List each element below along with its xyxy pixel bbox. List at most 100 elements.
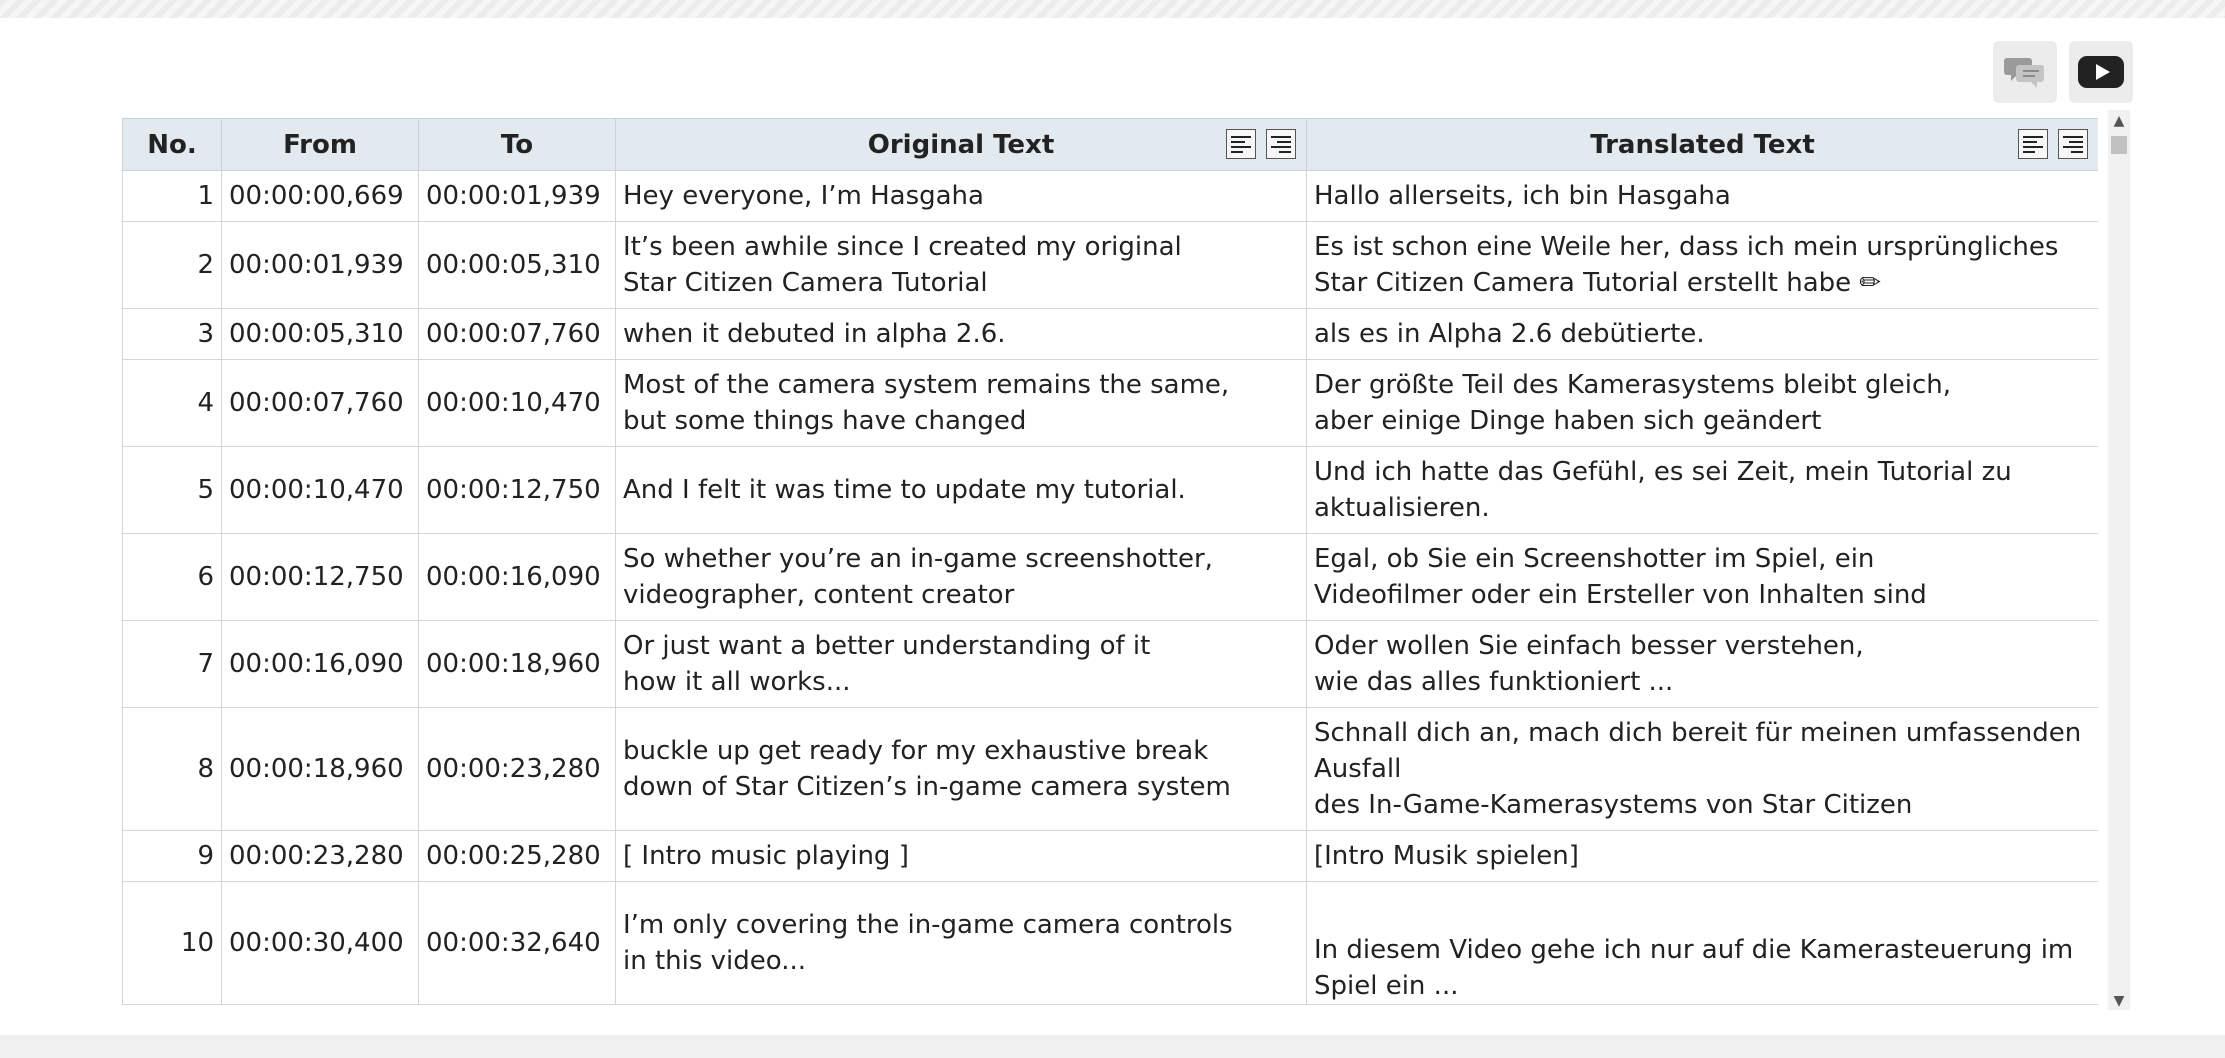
original-text-line: It’s been awhile since I created my orig… (623, 232, 1182, 262)
table-row[interactable]: 6 00:00:12,750 00:00:16,090 So whether you’… (122, 533, 2098, 621)
row-to-time: 00:00:18,960 (418, 620, 616, 708)
translated-text-line: als es in Alpha 2.6 debütierte. (1314, 319, 1705, 349)
row-to-time: 00:00:01,939 (418, 170, 616, 222)
top-decor-strip (0, 0, 2225, 18)
align-left-icon[interactable] (2018, 129, 2048, 159)
original-text-line: Hey everyone, I’m Hasgaha (623, 181, 984, 211)
row-from-time: 00:00:01,939 (221, 221, 419, 309)
header-translated-label: Translated Text (1590, 129, 1815, 160)
speech-bubbles-icon (2003, 54, 2047, 90)
translated-text-line: aktualisieren. (1314, 493, 1490, 523)
translated-text-line: Es ist schon eine Weile her, dass ich me… (1314, 232, 2059, 262)
original-text-line: in this video... (623, 946, 807, 976)
row-translated-text[interactable]: Der größte Teil des Kamerasystems bleibt… (1306, 359, 2098, 447)
translated-text-line: Schnall dich an, mach dich bereit für me… (1314, 718, 2082, 748)
table-row[interactable]: 5 00:00:10,470 00:00:12,750 And I felt it w… (122, 446, 2098, 534)
translated-text-line: In diesem Video gehe ich nur auf die Kam… (1314, 935, 2074, 965)
table-scrollbar[interactable]: ▲ ▼ (2108, 110, 2130, 1010)
youtube-button[interactable] (2069, 41, 2133, 103)
row-original-text[interactable]: when it debuted in alpha 2.6. (615, 308, 1307, 360)
translated-text-line: des In-Game-Kamerasystems von Star Citiz… (1314, 790, 1913, 820)
original-text-line: Or just want a better understanding of i… (623, 631, 1151, 661)
row-translated-text[interactable]: [Intro Musik spielen] (1306, 830, 2098, 882)
translated-text-line: Der größte Teil des Kamerasystems bleibt… (1314, 370, 1951, 400)
scroll-down-arrow-icon[interactable]: ▼ (2108, 992, 2130, 1010)
row-to-time: 00:00:10,470 (418, 359, 616, 447)
align-right-icon[interactable] (2058, 129, 2088, 159)
row-from-time: 00:00:30,400 (221, 881, 419, 1005)
row-translated-text[interactable]: In diesem Video gehe ich nur auf die Kam… (1306, 881, 2098, 1005)
row-original-text[interactable]: [ Intro music playing ] (615, 830, 1307, 882)
table-row[interactable]: 9 00:00:23,280 00:00:25,280[ Intro music p… (122, 830, 2098, 882)
translated-text-line: Star Citizen Camera Tutorial erstellt ha… (1314, 268, 1882, 298)
translated-text-line: wie das alles funktioniert ... (1314, 667, 1674, 697)
row-original-text[interactable]: buckle up get ready for my exhaustive br… (615, 707, 1307, 831)
row-original-text[interactable]: So whether you’re an in-game screenshott… (615, 533, 1307, 621)
row-to-time: 00:00:25,280 (418, 830, 616, 882)
header-original-text: Original Text (615, 118, 1307, 171)
original-text-line: So whether you’re an in-game screenshott… (623, 544, 1213, 574)
translated-text-line: Spiel ein ... (1314, 971, 1459, 1001)
row-original-text[interactable]: Most of the camera system remains the sa… (615, 359, 1307, 447)
align-left-icon[interactable] (1226, 129, 1256, 159)
table-row[interactable]: 4 00:00:07,760 00:00:10,470 Most of the cam… (122, 359, 2098, 447)
translated-text-line: [Intro Musik spielen] (1314, 841, 1579, 871)
translated-text-line: Oder wollen Sie einfach besser verstehen… (1314, 631, 1864, 661)
row-to-time: 00:00:16,090 (418, 533, 616, 621)
header-translated-text: Translated Text (1306, 118, 2098, 171)
original-text-line: but some things have changed (623, 406, 1027, 436)
table-row[interactable]: 8 00:00:18,960 00:00:23,280 buckle up get r… (122, 707, 2098, 831)
row-to-time: 00:00:12,750 (418, 446, 616, 534)
translated-text-line: Videofilmer oder ein Ersteller von Inhal… (1314, 580, 1927, 610)
table-row[interactable]: 3 00:00:05,310 00:00:07,760 when it debuted… (122, 308, 2098, 360)
row-from-time: 00:00:18,960 (221, 707, 419, 831)
row-translated-text[interactable]: Es ist schon eine Weile her, dass ich me… (1306, 221, 2098, 309)
table-row[interactable]: 10 00:00:30,400 00:00:32,640 I’m only cover… (122, 881, 2098, 1005)
row-original-text[interactable]: I’m only covering the in-game camera con… (615, 881, 1307, 1005)
header-to: To (418, 118, 616, 171)
row-number: 1 (122, 170, 222, 222)
row-original-text[interactable]: Or just want a better understanding of i… (615, 620, 1307, 708)
original-text-line: buckle up get ready for my exhaustive br… (623, 736, 1209, 766)
row-translated-text[interactable]: als es in Alpha 2.6 debütierte. (1306, 308, 2098, 360)
translated-text-line: Hallo allerseits, ich bin Hasgaha (1314, 181, 1731, 211)
original-text-line: I’m only covering the in-game camera con… (623, 910, 1233, 940)
row-translated-text[interactable]: Hallo allerseits, ich bin Hasgaha (1306, 170, 2098, 222)
row-number: 4 (122, 359, 222, 447)
row-original-text[interactable]: And I felt it was time to update my tuto… (615, 446, 1307, 534)
row-translated-text[interactable]: Und ich hatte das Gefühl, es sei Zeit, m… (1306, 446, 2098, 534)
row-number: 5 (122, 446, 222, 534)
row-translated-text[interactable]: Schnall dich an, mach dich bereit für me… (1306, 707, 2098, 831)
row-from-time: 00:00:10,470 (221, 446, 419, 534)
header-no: No. (122, 118, 222, 171)
original-text-line: Star Citizen Camera Tutorial (623, 268, 988, 298)
row-translated-text[interactable]: Oder wollen Sie einfach besser verstehen… (1306, 620, 2098, 708)
row-number: 6 (122, 533, 222, 621)
translated-text-line: Ausfall (1314, 754, 1402, 784)
row-original-text[interactable]: Hey everyone, I’m Hasgaha (615, 170, 1307, 222)
table-row[interactable]: 7 00:00:16,090 00:00:18,960 Or just want a … (122, 620, 2098, 708)
original-text-line: how it all works... (623, 667, 851, 697)
original-text-line: down of Star Citizen’s in-game camera sy… (623, 772, 1231, 802)
header-from: From (221, 118, 419, 171)
row-original-text[interactable]: It’s been awhile since I created my orig… (615, 221, 1307, 309)
subtitles-button[interactable] (1993, 41, 2057, 103)
row-number: 2 (122, 221, 222, 309)
row-to-time: 00:00:32,640 (418, 881, 616, 1005)
row-number: 8 (122, 707, 222, 831)
table-row[interactable]: 2 00:00:01,939 00:00:05,310 It’s been awhil… (122, 221, 2098, 309)
row-number: 3 (122, 308, 222, 360)
table-row[interactable]: 1 00:00:00,669 00:00:01,939 Hey everyone, I… (122, 170, 2098, 222)
row-translated-text[interactable]: Egal, ob Sie ein Screenshotter im Spiel,… (1306, 533, 2098, 621)
scroll-up-arrow-icon[interactable]: ▲ (2108, 112, 2130, 130)
row-from-time: 00:00:16,090 (221, 620, 419, 708)
translated-text-line: aber einige Dinge haben sich geändert (1314, 406, 1822, 436)
youtube-play-icon (2077, 55, 2125, 89)
row-from-time: 00:00:07,760 (221, 359, 419, 447)
original-text-line: videographer, content creator (623, 580, 1015, 610)
original-text-line: [ Intro music playing ] (623, 841, 909, 871)
align-right-icon[interactable] (1266, 129, 1296, 159)
subtitle-table: No. From To Original Text Translated Tex… (122, 118, 2098, 1005)
scroll-thumb[interactable] (2111, 136, 2127, 154)
table-header-row: No. From To Original Text Translated Tex… (122, 118, 2098, 171)
